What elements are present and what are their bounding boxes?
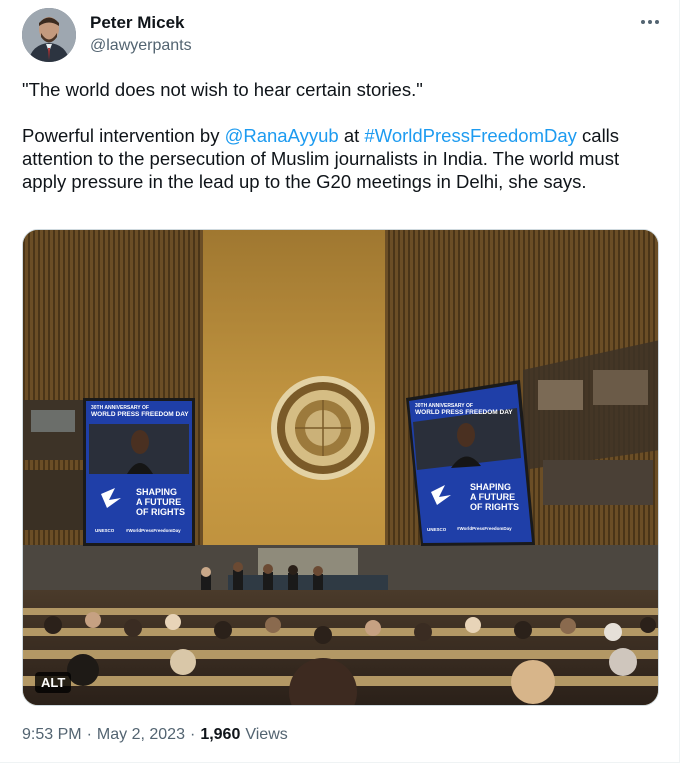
tweet-date[interactable]: May 2, 2023: [97, 726, 185, 744]
tweet-card[interactable]: Peter Micek @lawyerpants "The world does…: [0, 0, 680, 763]
meta-separator: ·: [189, 726, 196, 743]
left-screen-hashtag: #WorldPressFreedomDay: [126, 528, 181, 533]
tweet-quote: "The world does not wish to hear certain…: [22, 79, 423, 100]
right-screen-slogan-line3: OF RIGHTS: [470, 502, 519, 512]
right-screen-title: WORLD PRESS FREEDOM DAY: [415, 409, 513, 416]
left-screen-slogan-line3: OF RIGHTS: [136, 507, 185, 517]
avatar-image: [22, 8, 76, 62]
tweet-photo[interactable]: 30TH ANNIVERSARY OF WORLD PRESS FREEDOM …: [22, 229, 659, 706]
hashtag-link[interactable]: #WorldPressFreedomDay: [364, 125, 576, 146]
left-screen-org: UNESCO: [95, 528, 115, 533]
right-screen-org: UNESCO: [427, 527, 447, 532]
tweet-body-prefix: Powerful intervention by: [22, 125, 225, 146]
author-handle[interactable]: @lawyerpants: [90, 37, 192, 55]
views-count[interactable]: 1,960: [200, 726, 240, 744]
right-screen-hashtag: #WorldPressFreedomDay: [457, 526, 512, 531]
un-general-assembly-photo: [23, 230, 658, 705]
author-avatar[interactable]: [22, 8, 76, 62]
tweet-body: Powerful intervention by @RanaAyyub at #…: [22, 124, 642, 193]
more-options-button[interactable]: [634, 10, 666, 34]
tweet-text: "The world does not wish to hear certain…: [22, 78, 642, 193]
left-screen-title: WORLD PRESS FREEDOM DAY: [91, 411, 189, 418]
tweet-body-middle: at: [338, 125, 365, 146]
author-name[interactable]: Peter Micek: [90, 13, 185, 33]
meta-separator: ·: [86, 726, 92, 743]
mention-link[interactable]: @RanaAyyub: [225, 125, 339, 146]
alt-text-badge[interactable]: ALT: [35, 672, 72, 693]
more-dots-icon: [641, 20, 659, 24]
views-label[interactable]: Views: [245, 726, 287, 744]
tweet-time[interactable]: 9:53 PM: [22, 726, 82, 744]
tweet-meta: 9:53 PM · May 2, 2023 · 1,960 Views: [22, 726, 288, 744]
